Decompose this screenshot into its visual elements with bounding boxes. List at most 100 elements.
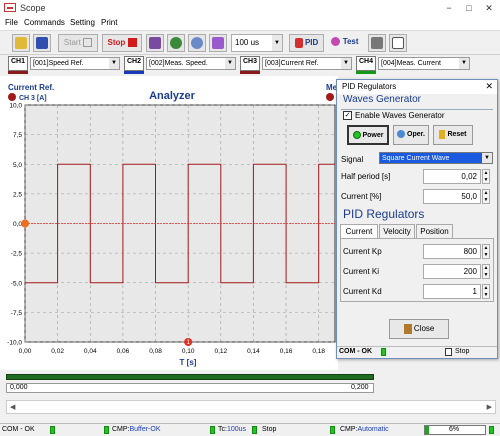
menu-commands[interactable]: Commands [24,18,65,27]
status-mode: CMP:Automatic [340,426,389,433]
tab-position[interactable]: Position [416,224,453,238]
print-button[interactable] [368,34,386,52]
kd-spinner[interactable]: ▲ ▼ [482,284,490,299]
y-tick-label: 10,0 [9,103,22,110]
plot-area[interactable]: Current Ref. CH 3 [A] Analyzer Me 10,0 7,… [0,76,338,370]
enable-checkbox[interactable]: ✓ [343,111,352,120]
current-spinner[interactable]: ▲ ▼ [482,189,490,204]
scroll-right-value: 0,200 [351,384,369,391]
tab-current[interactable]: Current [340,224,378,239]
reset-button[interactable]: Reset [433,125,473,145]
scroll-left-value: 0,000 [10,384,28,391]
stop-button[interactable]: Stop [102,34,142,52]
ch3-select[interactable]: [003]Current Ref. ▼ [262,57,352,70]
status-com: COM - OK [2,426,35,433]
test-button[interactable]: Test [327,34,363,52]
gear-icon [191,36,203,49]
scroll-range[interactable] [6,383,374,393]
kd-input[interactable]: 1 [423,284,481,299]
signal-label: Signal [341,155,364,164]
power-button[interactable]: Power [347,125,389,145]
time-scroll[interactable]: 0,000 0,200 [6,374,374,396]
printer-icon [371,36,383,49]
print-preview-button[interactable] [389,34,407,52]
zero-marker-icon[interactable] [21,219,29,228]
ch3-marker-icon [8,93,16,101]
kp-spinner[interactable]: ▲ ▼ [482,244,490,259]
stop-icon [127,38,137,48]
ki-label: Current Ki [343,267,380,276]
legend-left-top: Current Ref. [8,83,54,92]
x-tick-label: 0,18 [312,348,325,355]
half-period-input[interactable]: 0,02 [423,169,481,184]
ch4-select[interactable]: [004]Meas. Current ▼ [378,57,470,70]
close-button[interactable]: Close [389,319,449,339]
ch1-select[interactable]: [001]Speed Ref. ▼ [30,57,120,70]
chevron-down-icon: ▼ [272,35,282,51]
app-logo-icon [4,3,16,12]
timebase-select[interactable]: 100 us ▼ [231,34,283,52]
scroll-track[interactable] [6,374,374,380]
scroll-right-arrow-icon[interactable]: ▶ [487,403,492,411]
x-tick-label: 0,08 [149,348,162,355]
y-tick-label: 7,5 [13,132,22,139]
channel-bar: CH1 [001]Speed Ref. ▼ CH2 [002]Meas. Spee… [0,55,500,76]
x-tick-label: 0,16 [280,348,293,355]
menu-print[interactable]: Print [101,18,117,27]
y-tick-label: 2,5 [13,191,22,198]
horizontal-scrollbar[interactable]: ◀ ▶ [6,400,496,414]
cursor-icon [212,36,224,49]
stop-led-icon [252,426,257,434]
dialog-status-com: COM - OK [339,348,373,355]
pid-icon [294,37,303,48]
mode-led-icon [330,426,335,434]
kp-input[interactable]: 800 [423,244,481,259]
x-tick-label: 0,06 [117,348,130,355]
trigger-button[interactable] [146,34,164,52]
oper-button[interactable]: Oper. [393,125,429,145]
power-icon [352,131,361,140]
ki-input[interactable]: 200 [423,264,481,279]
end-led-icon [489,426,494,434]
start-button[interactable]: Start [58,34,98,52]
y-tick-label: 5,0 [13,162,22,169]
x-tick-label: 0,04 [84,348,97,355]
current-label: Current [%] [341,192,382,201]
lightning-icon [439,129,446,139]
dialog-stop-checkbox[interactable] [445,348,452,356]
pid-header: PID Regulators [343,207,425,221]
y-tick-label: -2,5 [11,251,23,258]
ch2-label: CH2 [124,56,144,71]
analyzer-chart[interactable]: Current Ref. CH 3 [A] Analyzer Me 10,07,… [0,76,338,370]
menu-file[interactable]: File [5,18,18,27]
dialog-close-icon[interactable]: ✕ [485,81,493,92]
ch2-select[interactable]: [002]Meas. Speed. ▼ [146,57,236,70]
floppy-disk-icon [36,36,48,49]
open-button[interactable] [12,34,30,52]
maximize-button[interactable]: □ [460,2,478,14]
dialog-status-stop: Stop [455,348,470,355]
save-button[interactable] [33,34,51,52]
menu-setting[interactable]: Setting [70,18,95,27]
current-input[interactable]: 50,0 [423,189,481,204]
pid-dialog: PID Regulators ✕ Waves Generator ✓ Enabl… [336,79,498,359]
minimize-button[interactable]: − [440,2,458,14]
signal-select[interactable]: Square Current Wave ▼ [379,152,493,164]
half-period-spinner[interactable]: ▲ ▼ [482,169,490,184]
cpu-progress-fill [425,426,429,434]
ch4-color [356,71,376,74]
cursor-button[interactable] [209,34,227,52]
gear-icon [397,130,406,139]
scroll-left-arrow-icon[interactable]: ◀ [10,403,15,411]
settings-button[interactable] [188,34,206,52]
pid-button[interactable]: PID [289,34,324,52]
status-cmp: CMP:Buffer-OK [112,426,161,433]
tab-velocity[interactable]: Velocity [379,224,415,238]
refresh-button[interactable] [167,34,185,52]
close-window-button[interactable]: ✕ [480,2,498,14]
ki-spinner[interactable]: ▲ ▼ [482,264,490,279]
y-tick-label: -5,0 [11,280,23,287]
x-tick-label: 0,12 [214,348,227,355]
com-led-icon [50,426,55,434]
legend-left-bottom: CH 3 [A] [19,95,47,102]
